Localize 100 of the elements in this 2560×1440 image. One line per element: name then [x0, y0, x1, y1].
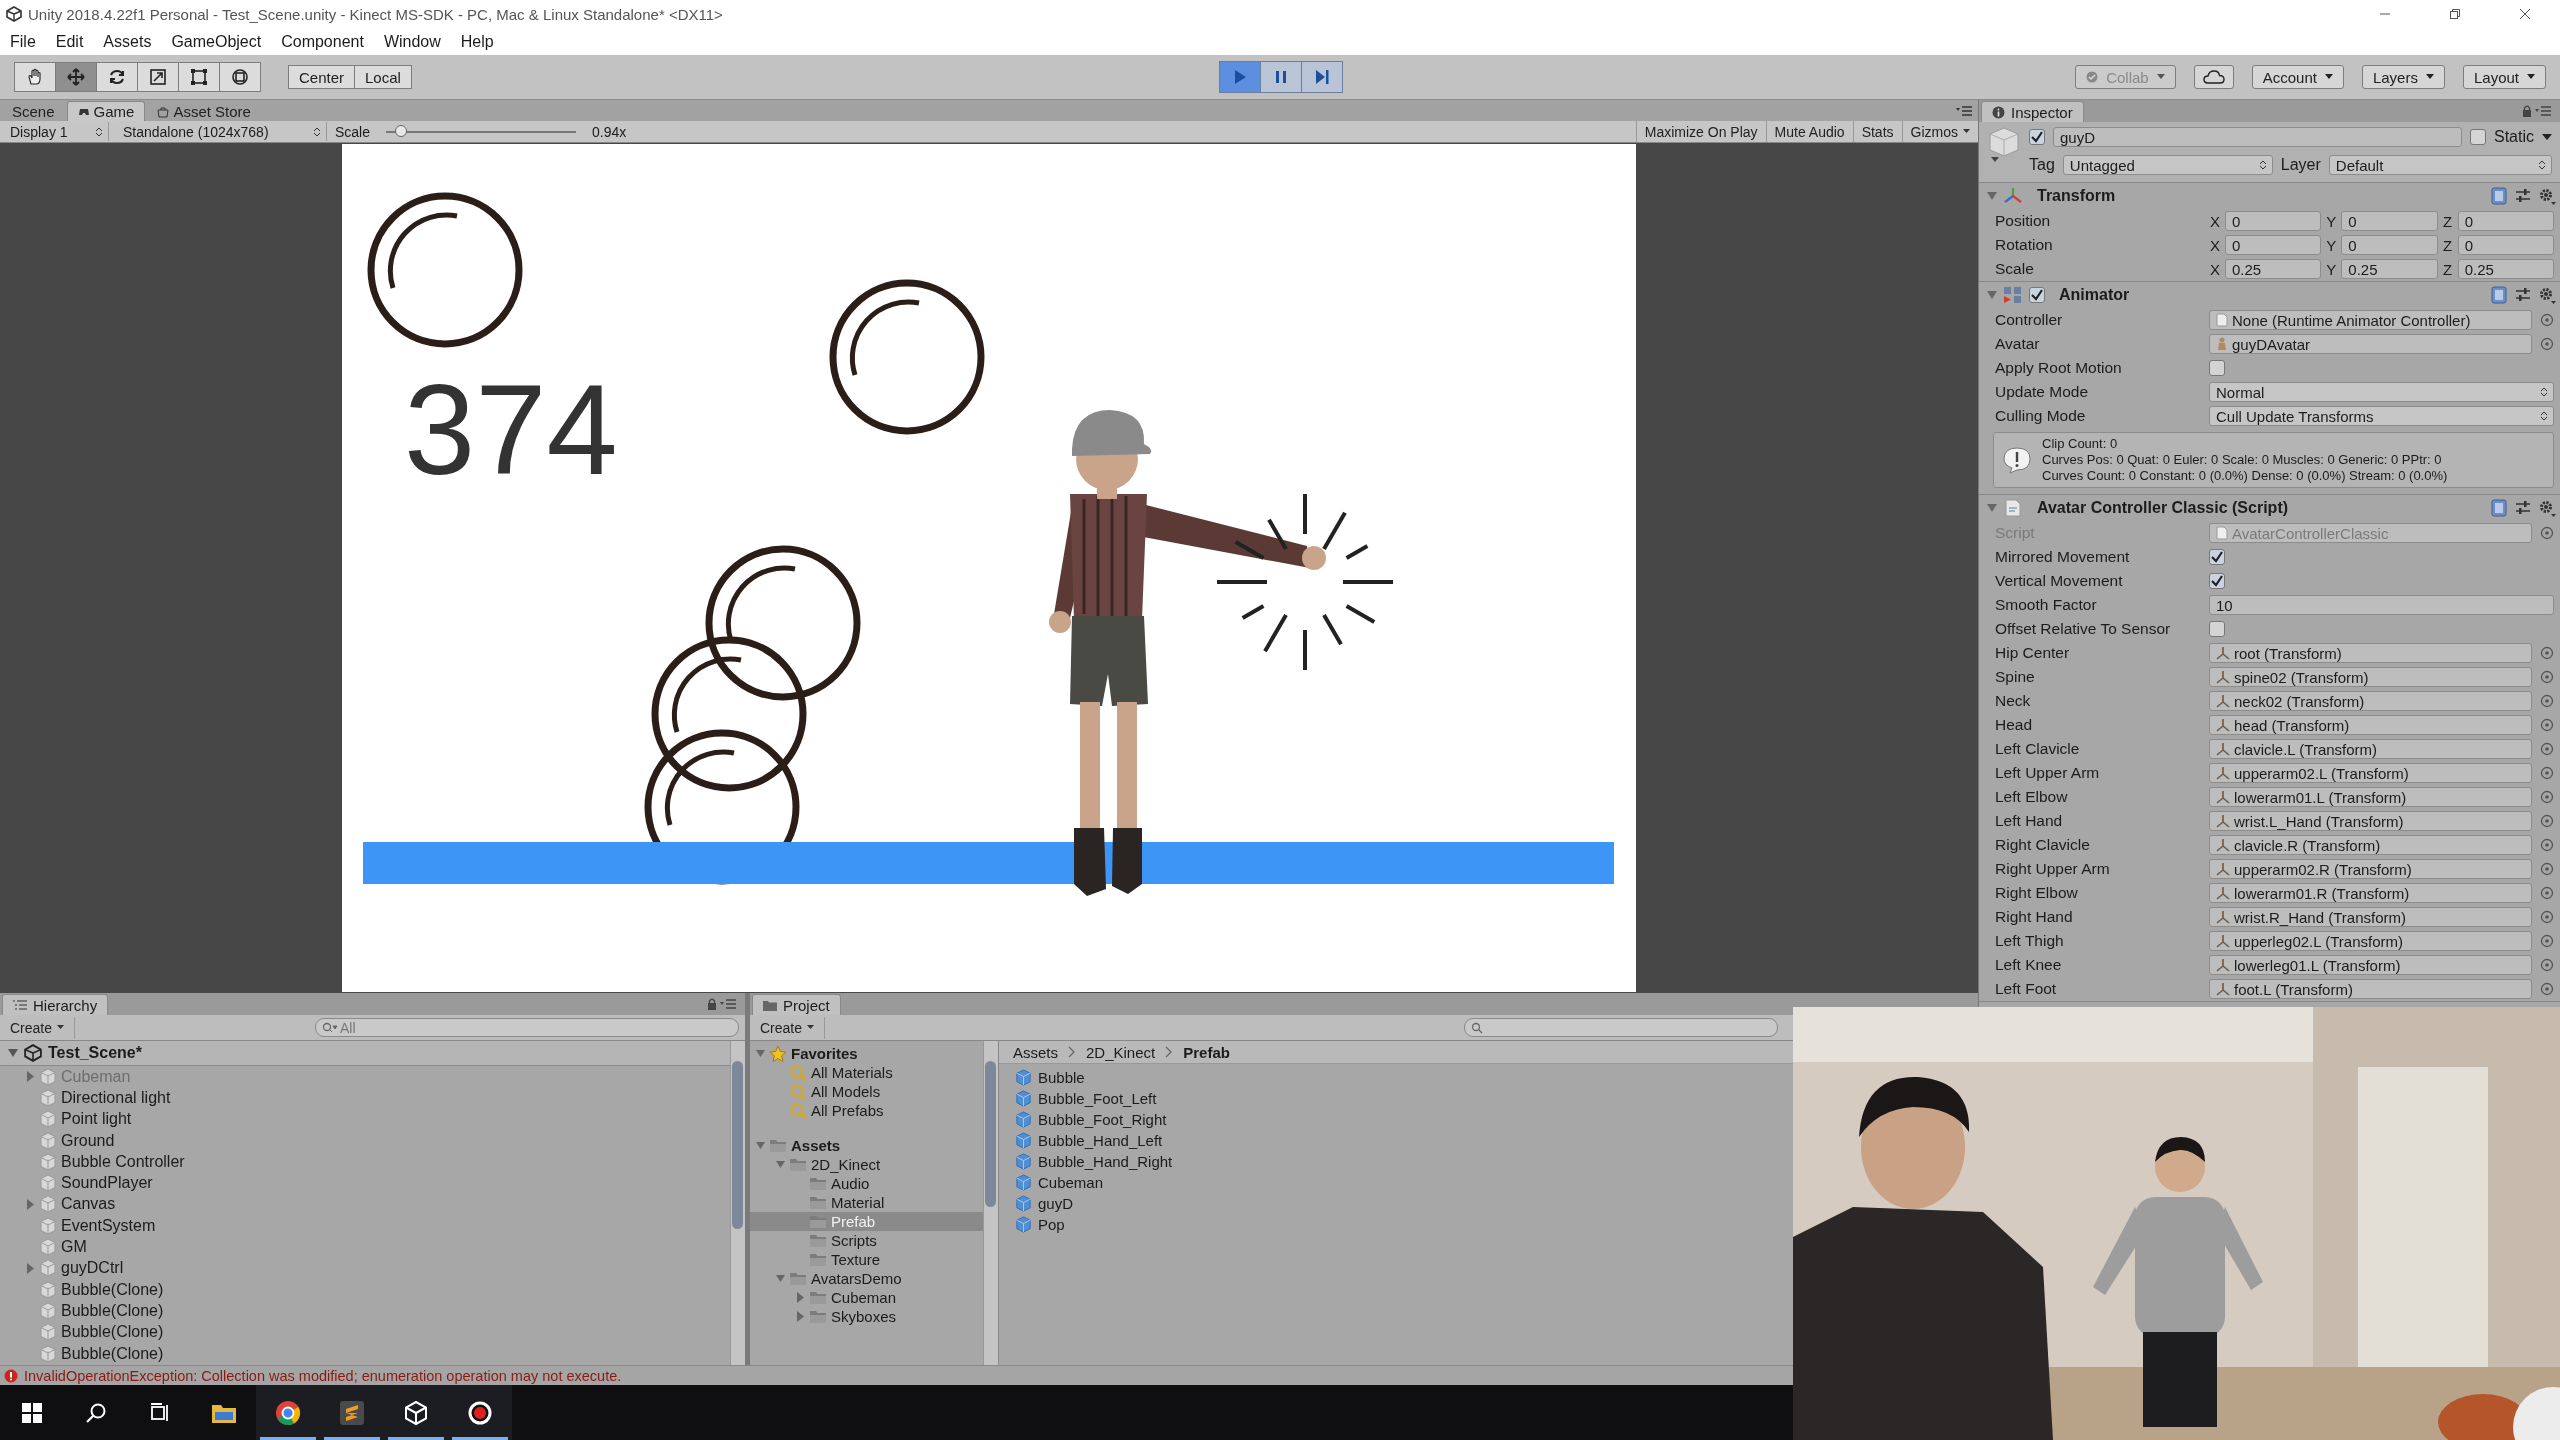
expand-arrow-icon[interactable] — [1987, 503, 1997, 513]
rotate-tool-button[interactable] — [96, 62, 138, 92]
cloud-button[interactable] — [2193, 65, 2234, 89]
toggle-button[interactable]: Stats — [1852, 121, 1902, 142]
number-field[interactable]: 10 — [2209, 595, 2554, 615]
folder-tree-item[interactable]: 2D_Kinect — [750, 1155, 983, 1174]
number-field[interactable]: 0 — [2341, 211, 2438, 231]
hierarchy-item[interactable]: SoundPlayer — [61, 1174, 153, 1193]
hierarchy-item[interactable]: Bubble(Clone) — [61, 1323, 164, 1342]
toggle-button[interactable]: Maximize On Play — [1635, 121, 1766, 142]
preset-sliders-icon[interactable] — [2514, 286, 2532, 304]
expand-arrow-icon[interactable] — [776, 1273, 785, 1284]
object-field[interactable]: root (Transform) — [2209, 643, 2532, 663]
pivot-button[interactable]: Center — [288, 65, 356, 89]
target-icon[interactable] — [2540, 862, 2554, 876]
expand-arrow-icon[interactable] — [1987, 191, 1997, 201]
prefab-item[interactable]: guyD — [1015, 1193, 1074, 1214]
folder-tree-item[interactable]: All Models — [750, 1082, 983, 1101]
project-tab[interactable]: Project — [752, 994, 841, 1015]
expand-arrow-icon[interactable] — [1987, 290, 1997, 300]
windows-start-icon[interactable] — [21, 1401, 43, 1424]
dropdown-button[interactable]: Layout — [2462, 65, 2546, 89]
settings-icon[interactable] — [2538, 499, 2556, 517]
menu-item[interactable]: Edit — [55, 32, 84, 51]
component-header[interactable]: Animator — [1979, 282, 2560, 308]
component-header[interactable]: Avatar Controller Classic (Script) — [1979, 495, 2560, 521]
expand-arrow-icon[interactable] — [796, 1292, 805, 1303]
menu-icon[interactable] — [1956, 105, 1972, 116]
caret-icon[interactable] — [2542, 133, 2552, 141]
target-icon[interactable] — [2540, 910, 2554, 924]
menu-item[interactable]: File — [10, 32, 36, 51]
target-icon[interactable] — [2540, 958, 2554, 972]
checkbox[interactable] — [2209, 573, 2225, 589]
resolution-dropdown[interactable]: Standalone (1024x768) — [117, 122, 327, 141]
number-field[interactable]: 0 — [2225, 235, 2322, 255]
checkbox[interactable] — [2209, 549, 2225, 565]
object-field[interactable]: lowerarm01.R (Transform) — [2209, 883, 2532, 903]
hierarchy-item[interactable]: GM — [61, 1238, 87, 1256]
transform-tool-button[interactable] — [219, 62, 261, 92]
folder-tree-item[interactable]: Audio — [750, 1174, 983, 1193]
folder-tree-item[interactable]: Assets — [750, 1136, 983, 1155]
object-field[interactable]: guyDAvatar — [2209, 334, 2532, 354]
target-icon[interactable] — [2540, 982, 2554, 996]
hierarchy-item[interactable]: Bubble Controller — [61, 1152, 185, 1171]
slider-thumb[interactable] — [395, 124, 408, 137]
target-icon[interactable] — [2540, 814, 2554, 828]
lock-icon[interactable] — [707, 998, 737, 1010]
object-field[interactable]: wrist.R_Hand (Transform) — [2209, 907, 2532, 927]
layer-dropdown[interactable]: Default — [2328, 155, 2552, 175]
prefab-item[interactable]: Bubble_Foot_Left — [1015, 1088, 1157, 1109]
target-icon[interactable] — [2540, 742, 2554, 756]
folder-tree-item[interactable]: Texture — [750, 1250, 983, 1269]
dropdown-button[interactable]: Layers — [2361, 65, 2445, 89]
target-icon[interactable] — [2540, 718, 2554, 732]
prefab-item[interactable]: Cubeman — [1015, 1172, 1104, 1193]
folder-tree-item[interactable]: All Materials — [750, 1063, 983, 1082]
help-book-icon[interactable] — [2490, 286, 2508, 304]
object-field[interactable]: lowerarm01.L (Transform) — [2209, 787, 2532, 807]
error-message[interactable]: InvalidOperationException: Collection was modified; enumeration operation may not execute. — [24, 1367, 622, 1384]
folder-tree-item[interactable]: Favorites — [750, 1044, 983, 1063]
expand-arrow-icon[interactable] — [776, 1159, 785, 1170]
menu-item[interactable]: Window — [383, 32, 441, 51]
object-field[interactable]: wrist.L_Hand (Transform) — [2209, 811, 2532, 831]
record-icon[interactable] — [467, 1399, 493, 1426]
expand-arrow-icon[interactable] — [756, 1048, 765, 1059]
menu-item[interactable]: Component — [281, 32, 364, 51]
folder-tree-item[interactable]: All Prefabs — [750, 1101, 983, 1120]
scene-header[interactable]: Test_Scene* — [0, 1041, 730, 1066]
display-dropdown[interactable]: Display 1 — [4, 122, 109, 141]
help-book-icon[interactable] — [2490, 187, 2508, 205]
pivot-button[interactable]: Local — [354, 65, 412, 89]
number-field[interactable]: 0 — [2457, 211, 2554, 231]
target-icon[interactable] — [2540, 766, 2554, 780]
checkbox[interactable] — [2029, 129, 2045, 145]
move-tool-button[interactable] — [55, 62, 97, 92]
object-field[interactable]: lowerleg01.L (Transform) — [2209, 955, 2532, 975]
object-field[interactable]: clavicle.R (Transform) — [2209, 835, 2532, 855]
prefab-item[interactable]: Pop — [1015, 1214, 1065, 1235]
target-icon[interactable] — [2540, 790, 2554, 804]
breadcrumb-link[interactable]: Assets — [1013, 1043, 1058, 1061]
folder-tree-item[interactable]: Material — [750, 1193, 983, 1212]
expand-arrow-icon[interactable] — [26, 1198, 35, 1210]
breadcrumb-link[interactable]: Prefab — [1183, 1043, 1230, 1061]
target-icon[interactable] — [2540, 670, 2554, 684]
number-field[interactable]: 0.25 — [2457, 259, 2554, 279]
target-icon[interactable] — [2540, 526, 2554, 540]
menu-item[interactable]: Help — [460, 32, 494, 51]
menu-item[interactable]: GameObject — [171, 32, 262, 51]
target-icon[interactable] — [2540, 934, 2554, 948]
hand-tool-button[interactable] — [14, 62, 56, 92]
checkbox[interactable] — [2209, 621, 2225, 637]
checkbox[interactable] — [2029, 287, 2045, 303]
target-icon[interactable] — [2540, 886, 2554, 900]
hierarchy-item[interactable]: Directional light — [61, 1088, 171, 1107]
prefab-item[interactable]: Bubble — [1015, 1067, 1085, 1088]
search-field[interactable] — [1464, 1018, 1778, 1037]
number-field[interactable]: 0 — [2457, 235, 2554, 255]
preset-sliders-icon[interactable] — [2514, 499, 2532, 517]
pause-button[interactable] — [1259, 61, 1302, 93]
settings-icon[interactable] — [2538, 187, 2556, 205]
